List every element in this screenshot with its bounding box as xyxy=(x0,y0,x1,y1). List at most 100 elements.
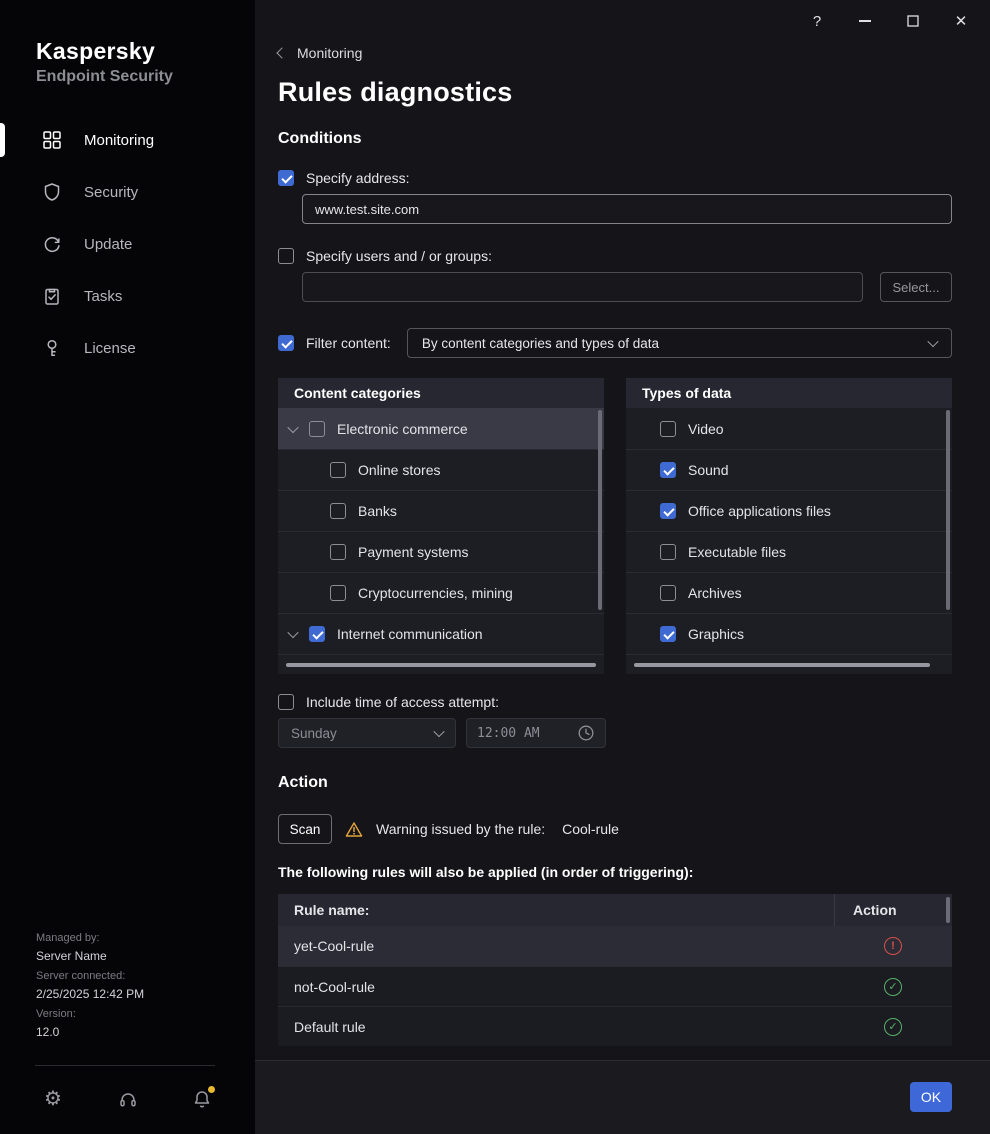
minimize-button[interactable] xyxy=(854,10,876,32)
chevron-left-icon xyxy=(276,47,287,58)
list-item-electronic-commerce[interactable]: Electronic commerce xyxy=(278,408,604,449)
horizontal-scrollbar[interactable] xyxy=(286,663,596,667)
list-item-video[interactable]: Video xyxy=(626,408,952,449)
sidebar-item-label: Update xyxy=(84,236,132,253)
rule-name-cell: Default rule xyxy=(278,1019,834,1035)
warning-rule-name: Cool-rule xyxy=(562,821,619,837)
checkbox[interactable] xyxy=(330,462,346,478)
chevron-down-icon[interactable] xyxy=(287,627,298,638)
rules-caption: The following rules will also be applied… xyxy=(278,864,952,880)
back-link[interactable]: Monitoring xyxy=(278,45,362,61)
vertical-scrollbar[interactable] xyxy=(946,410,950,610)
list-item-label: Online stores xyxy=(358,462,440,478)
checkbox[interactable] xyxy=(660,421,676,437)
brand-subtitle: Endpoint Security xyxy=(36,68,255,86)
rule-name-cell: yet-Cool-rule xyxy=(278,938,834,954)
scan-button[interactable]: Scan xyxy=(278,814,332,844)
sidebar-item-monitoring[interactable]: Monitoring xyxy=(0,114,255,166)
list-item-executable-files[interactable]: Executable files xyxy=(626,531,952,572)
list-item-archives[interactable]: Archives xyxy=(626,572,952,613)
chevron-down-icon xyxy=(927,336,938,347)
sidebar-item-label: Security xyxy=(84,184,138,201)
include-time-checkbox[interactable] xyxy=(278,694,294,710)
help-button[interactable]: ? xyxy=(806,10,828,32)
main-panel: ? ✕ Monitoring Rules diagnostics Conditi… xyxy=(255,0,990,1134)
rule-ok-status-icon xyxy=(884,1018,902,1036)
list-item-sound[interactable]: Sound xyxy=(626,449,952,490)
list-item-label: Executable files xyxy=(688,544,786,560)
settings-gear-icon[interactable]: ⚙ xyxy=(42,1088,64,1110)
select-users-button[interactable]: Select... xyxy=(880,272,952,302)
list-item-label: Archives xyxy=(688,585,742,601)
maximize-icon xyxy=(907,15,919,27)
checkbox[interactable] xyxy=(330,544,346,560)
chevron-down-icon[interactable] xyxy=(287,421,298,432)
minimize-icon xyxy=(859,20,871,22)
notification-dot xyxy=(208,1086,215,1093)
vertical-scrollbar[interactable] xyxy=(946,897,950,923)
key-icon xyxy=(42,338,62,358)
checkbox[interactable] xyxy=(660,585,676,601)
action-row: Scan Warning issued by the rule: Cool-ru… xyxy=(278,814,952,844)
sidebar-item-license[interactable]: License xyxy=(0,322,255,374)
action-heading: Action xyxy=(278,774,952,792)
checkbox[interactable] xyxy=(330,585,346,601)
horizontal-scrollbar[interactable] xyxy=(634,663,930,667)
table-row-not-cool-rule[interactable]: not-Cool-rule xyxy=(278,966,952,1006)
address-input[interactable] xyxy=(302,194,952,224)
checkbox[interactable] xyxy=(309,421,325,437)
clock-icon xyxy=(577,724,595,742)
vertical-scrollbar[interactable] xyxy=(598,410,602,610)
chevron-down-icon xyxy=(433,726,444,737)
checkbox[interactable] xyxy=(660,626,676,642)
checkbox[interactable] xyxy=(309,626,325,642)
list-item-label: Internet communication xyxy=(337,626,483,642)
filter-content-dropdown[interactable]: By content categories and types of data xyxy=(407,328,952,358)
sidebar-item-security[interactable]: Security xyxy=(0,166,255,218)
sidebar: Kaspersky Endpoint Security Monitoring xyxy=(0,0,255,1134)
page-title: Rules diagnostics xyxy=(278,77,952,108)
list-item-office-applications-files[interactable]: Office applications files xyxy=(626,490,952,531)
rules-table-header: Rule name: Action xyxy=(278,894,952,926)
day-select[interactable]: Sunday xyxy=(278,718,456,748)
list-item-online-stores[interactable]: Online stores xyxy=(278,449,604,490)
managed-by-label: Managed by: xyxy=(36,931,144,946)
support-headset-icon[interactable] xyxy=(117,1088,139,1110)
maximize-button[interactable] xyxy=(902,10,924,32)
table-row-default-rule[interactable]: Default rule xyxy=(278,1006,952,1046)
ok-button[interactable]: OK xyxy=(910,1082,952,1112)
shield-icon xyxy=(42,182,62,202)
checkbox[interactable] xyxy=(330,503,346,519)
specify-users-label: Specify users and / or groups: xyxy=(306,248,492,264)
list-item-banks[interactable]: Banks xyxy=(278,490,604,531)
list-item-internet-communication[interactable]: Internet communication xyxy=(278,613,604,654)
filter-content-checkbox[interactable] xyxy=(278,335,294,351)
sidebar-item-tasks[interactable]: Tasks xyxy=(0,270,255,322)
specify-users-checkbox[interactable] xyxy=(278,248,294,264)
checkbox[interactable] xyxy=(660,462,676,478)
time-input[interactable]: 12:00 AM xyxy=(466,718,606,748)
content-categories-panel: Content categories Electronic commerce O… xyxy=(278,378,604,674)
checkbox[interactable] xyxy=(660,503,676,519)
list-item-label: Payment systems xyxy=(358,544,468,560)
users-input[interactable] xyxy=(302,272,863,302)
category-panels: Content categories Electronic commerce O… xyxy=(278,378,952,674)
filter-content-label: Filter content: xyxy=(306,335,391,351)
version-value: 12.0 xyxy=(36,1024,144,1040)
notifications-bell-icon[interactable] xyxy=(191,1088,213,1110)
list-item-graphics[interactable]: Graphics xyxy=(626,613,952,654)
day-time-row: Sunday 12:00 AM xyxy=(278,718,952,748)
sidebar-item-label: Monitoring xyxy=(84,132,154,149)
list-item-payment-systems[interactable]: Payment systems xyxy=(278,531,604,572)
server-connected-label: Server connected: xyxy=(36,969,144,984)
bottom-action-bar: OK xyxy=(255,1060,990,1134)
close-button[interactable]: ✕ xyxy=(950,10,972,32)
server-connected-value: 2/25/2025 12:42 PM xyxy=(36,986,144,1002)
table-row-yet-cool-rule[interactable]: yet-Cool-rule xyxy=(278,926,952,966)
specify-address-checkbox[interactable] xyxy=(278,170,294,186)
sidebar-item-update[interactable]: Update xyxy=(0,218,255,270)
sidebar-footer-icons: ⚙ xyxy=(0,1088,255,1110)
content-categories-header: Content categories xyxy=(278,378,604,408)
checkbox[interactable] xyxy=(660,544,676,560)
list-item-cryptocurrencies-mining[interactable]: Cryptocurrencies, mining xyxy=(278,572,604,613)
